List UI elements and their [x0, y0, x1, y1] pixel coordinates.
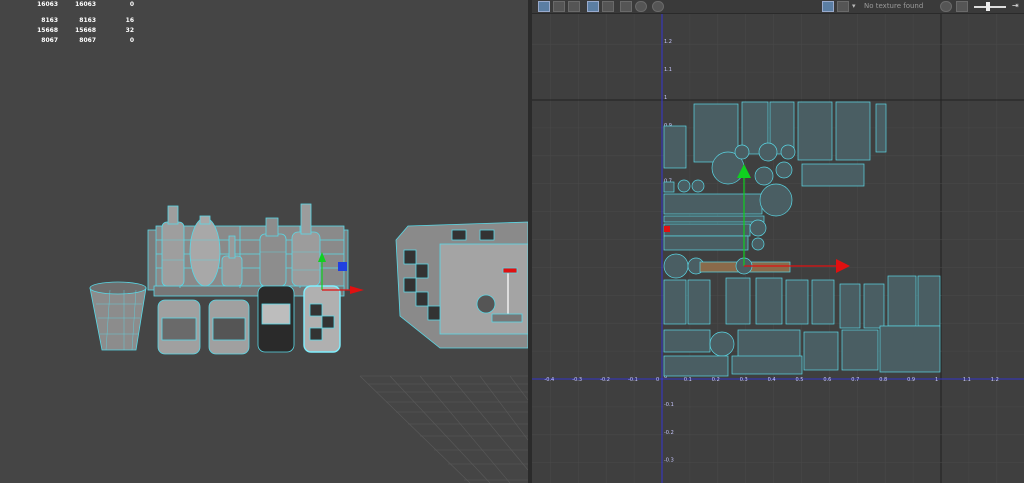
v-axis-labels: 1.21.110.90.80.70.60.50.40.30.20.10-0.1-… [664, 39, 674, 464]
u-tick-label: 0.1 [684, 377, 692, 383]
dim-image-icon[interactable] [635, 1, 647, 12]
slider-icon[interactable] [974, 6, 1006, 8]
u-tick-label: 0.5 [796, 377, 804, 383]
uv-toolbar: ▾ No texture found ⇥ [532, 0, 1024, 14]
uv-grid-canvas[interactable]: 1.21.110.90.80.70.60.50.40.30.20.10-0.1-… [532, 14, 1024, 483]
toaster-model[interactable] [395, 221, 528, 349]
u-tick-label: 0.9 [907, 377, 915, 383]
u-tick-label: -0.3 [572, 377, 582, 383]
u-tick-label: 0.2 [712, 377, 720, 383]
u-tick-label: 0.8 [879, 377, 887, 383]
view-transform-icon[interactable] [956, 1, 968, 12]
v-tick-label: -0.3 [664, 458, 674, 464]
perspective-viewport[interactable]: 16063 16063 0 8163 8163 16 15668 15668 32 8067… [0, 0, 528, 483]
slider-handle[interactable] [986, 2, 990, 11]
cup-model[interactable] [89, 281, 147, 351]
u-tick-label: 1.1 [963, 377, 971, 383]
u-tick-label: 1 [935, 377, 938, 383]
checker-icon[interactable] [620, 1, 632, 12]
image-display-icon[interactable] [822, 1, 834, 12]
u-axis-labels: -0.4 -0.3 -0.2 -0.1 0 0.1 0.2 0.3 0.4 0.5 0.6 0.7 0.… [544, 377, 998, 383]
grid-toggle-icon[interactable] [587, 1, 599, 12]
ground-grid [359, 375, 528, 483]
texture-dropdown-icon[interactable]: ▾ [852, 2, 856, 10]
uv-grid-lines [532, 14, 1024, 483]
u-tick-label: -0.1 [628, 377, 638, 383]
v-tick-label: -0.2 [664, 430, 674, 436]
u-tick-label: -0.2 [600, 377, 610, 383]
uv-editor-panel[interactable]: ▾ No texture found ⇥ 1.2 1.1 1 0.9 0.8 0.7 0.6… [532, 0, 1024, 483]
u-tick-label: 0.4 [768, 377, 776, 383]
u-tick-label: 0.3 [740, 377, 748, 383]
uv-shells[interactable] [663, 101, 941, 377]
v-tick-label: -0.1 [664, 402, 674, 408]
u-tick-label: 1.2 [991, 377, 999, 383]
u-tick-label: -0.4 [544, 377, 554, 383]
exposure-icon[interactable] [652, 1, 664, 12]
viewport-scene[interactable] [0, 0, 528, 483]
pixel-snap-icon[interactable] [602, 1, 614, 12]
uv-distortion-icon[interactable] [568, 1, 580, 12]
u-tick-label: 0 [656, 377, 659, 383]
u-tick-label: 0.7 [851, 377, 859, 383]
v-tick-label: 1 [664, 95, 667, 101]
u-tick-label: 0.6 [823, 377, 831, 383]
channel-icon[interactable]: ⇥ [1012, 1, 1019, 10]
v-tick-label: 1.2 [664, 39, 672, 45]
uv-border-icon[interactable] [553, 1, 565, 12]
gamma-icon[interactable] [940, 1, 952, 12]
checker-display-icon[interactable] [837, 1, 849, 12]
uv-shell-icon[interactable] [538, 1, 550, 12]
texture-status: No texture found [864, 2, 924, 10]
v-tick-label: 1.1 [664, 67, 672, 73]
